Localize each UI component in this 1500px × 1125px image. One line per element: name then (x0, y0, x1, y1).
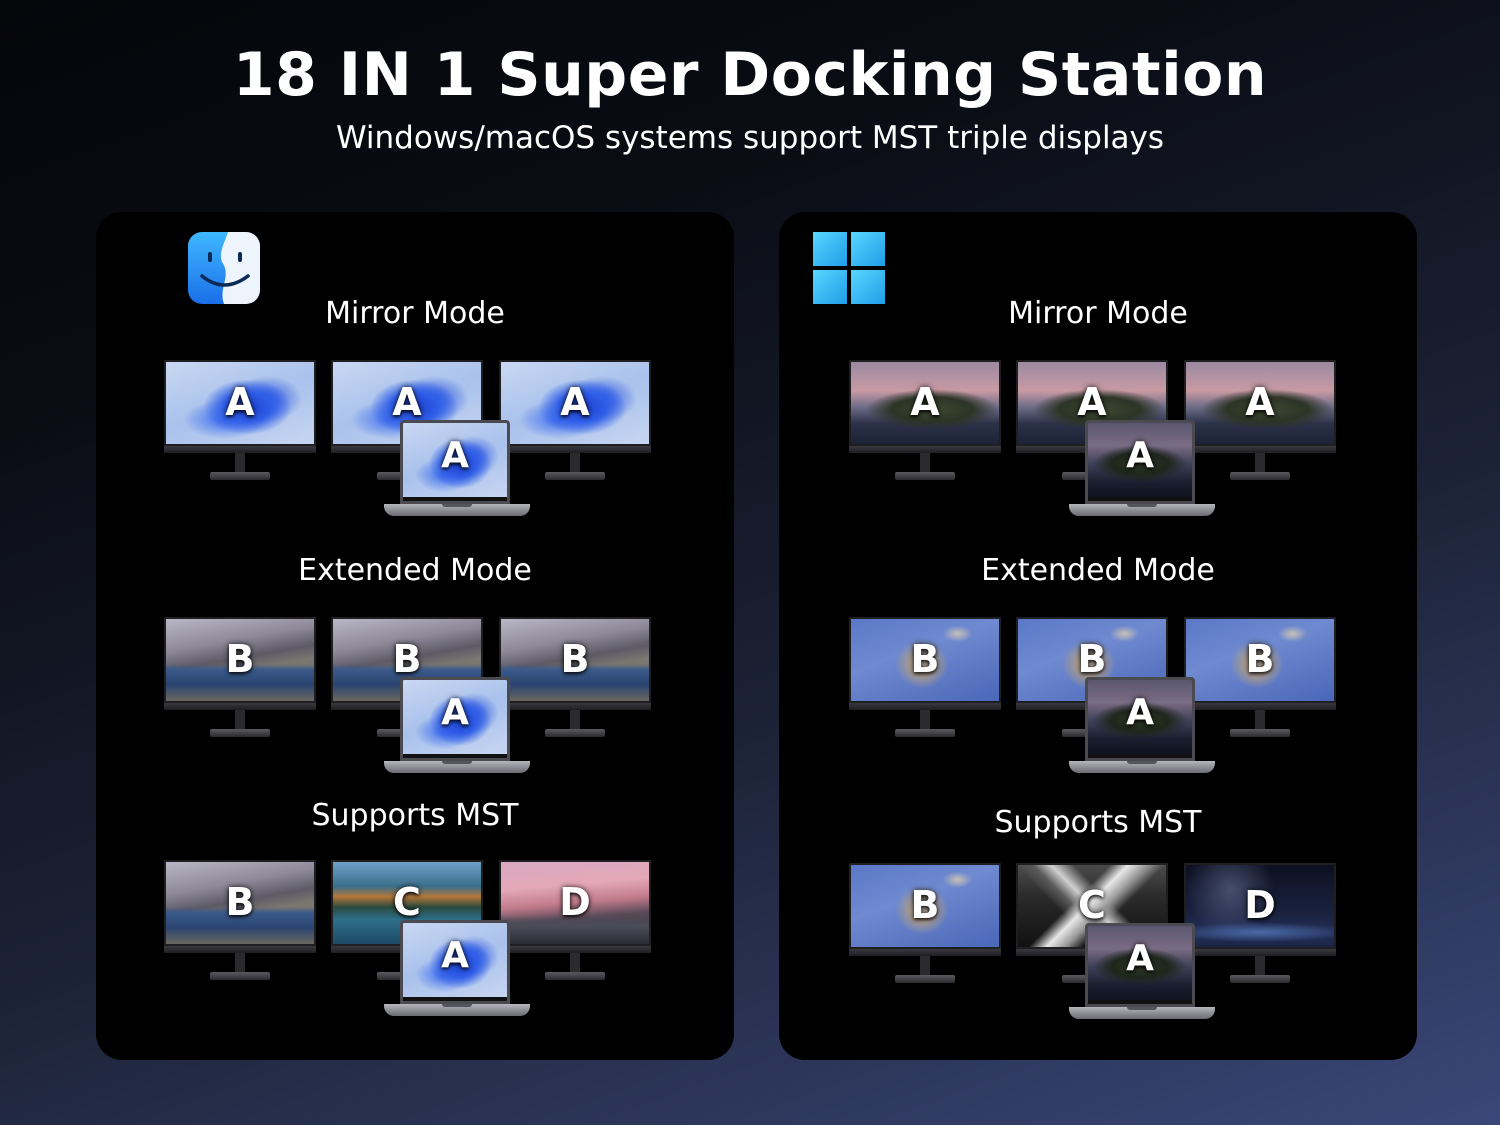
mode-title-extended: Extended Mode (981, 553, 1215, 588)
laptop: A (1069, 923, 1215, 1023)
external-monitor: B (849, 863, 1001, 985)
display-letter: C (1078, 883, 1106, 927)
display-letter: A (1126, 938, 1154, 979)
display-letter: A (910, 380, 940, 424)
display-letter: B (1245, 637, 1275, 681)
display-letter: A (1126, 435, 1154, 476)
display-letter: A (392, 380, 422, 424)
display-letter: A (441, 435, 469, 476)
monitor-screen: B (164, 860, 316, 946)
macos-finder-icon (188, 232, 260, 304)
laptop-screen: A (403, 680, 507, 754)
external-monitor: B (849, 617, 1001, 739)
laptop-screen: A (1088, 423, 1192, 497)
display-letter: A (560, 380, 590, 424)
display-letter: D (1244, 883, 1276, 927)
display-letter: C (393, 880, 421, 924)
external-monitor: B (164, 617, 316, 739)
display-letter: A (1077, 380, 1107, 424)
monitor-screen: B (849, 617, 1001, 703)
laptop-screen: A (1088, 926, 1192, 1000)
display-letter: D (559, 880, 591, 924)
display-group-mirror: A A A A (96, 360, 734, 530)
display-group-mst: B C D A (96, 860, 734, 1030)
page-subtitle: Windows/macOS systems support MST triple… (335, 120, 1165, 156)
display-letter: A (441, 692, 469, 733)
monitor-screen: A (164, 360, 316, 446)
laptop-screen: A (403, 423, 507, 497)
display-group-extended: B B B A (779, 617, 1417, 787)
monitor-screen: B (164, 617, 316, 703)
display-group-extended: B B B A (96, 617, 734, 787)
laptop: A (384, 920, 530, 1020)
external-monitor: A (849, 360, 1001, 482)
left-panel: Mirror Mode A A A A Extended Mode B B B … (96, 212, 734, 1060)
display-letter: A (1245, 380, 1275, 424)
laptop: A (384, 677, 530, 777)
laptop: A (384, 420, 530, 520)
monitor-screen: B (849, 863, 1001, 949)
display-letter: B (225, 880, 255, 924)
external-monitor: B (164, 860, 316, 982)
monitor-screen: A (849, 360, 1001, 446)
mode-title-mirror: Mirror Mode (325, 296, 505, 331)
mode-title-mst: Supports MST (311, 798, 519, 833)
external-monitor: A (164, 360, 316, 482)
display-letter: B (225, 637, 255, 681)
laptop: A (1069, 420, 1215, 520)
display-group-mst: B C D A (779, 863, 1417, 1033)
display-letter: B (910, 637, 940, 681)
laptop-screen: A (403, 923, 507, 997)
display-group-mirror: A A A A (779, 360, 1417, 530)
right-panel: Mirror Mode A A A A Extended Mode B B B … (779, 212, 1417, 1060)
display-letter: B (1077, 637, 1107, 681)
mode-title-mst: Supports MST (994, 805, 1202, 840)
mode-title-mirror: Mirror Mode (1008, 296, 1188, 331)
display-letter: A (1126, 692, 1154, 733)
display-letter: A (225, 380, 255, 424)
display-letter: A (441, 935, 469, 976)
display-letter: B (560, 637, 590, 681)
page-title: 18 IN 1 Super Docking Station (232, 40, 1268, 110)
display-letter: B (392, 637, 422, 681)
display-letter: B (910, 883, 940, 927)
laptop-screen: A (1088, 680, 1192, 754)
windows-logo-icon (813, 232, 885, 304)
mode-title-extended: Extended Mode (298, 553, 532, 588)
laptop: A (1069, 677, 1215, 777)
